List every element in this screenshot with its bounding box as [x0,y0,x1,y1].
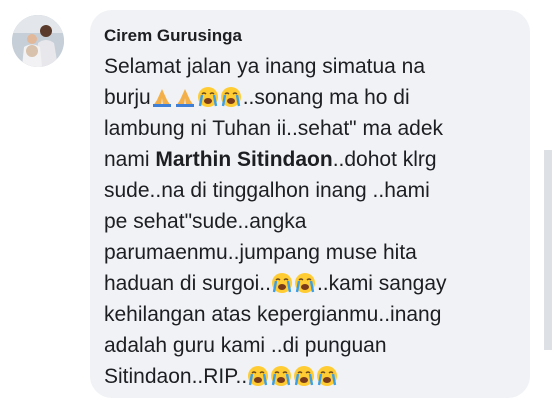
profile-photo [12,15,64,67]
comment-line: adalah guru kami ..di punguan [104,334,387,357]
comment-line: lambung ni Tuhan ii..sehat" ma adek [104,117,443,140]
comment-line: burju ..sonang ma ho di [104,86,410,109]
avatar[interactable] [12,15,64,67]
loudly-crying-face-icon [271,366,292,386]
comment-line: Sitindaon..RIP.. [104,361,524,392]
comment-line: pe sehat"sude..angka [104,210,307,233]
comment-line: sude..na di tinggalhon inang ..hami [104,179,430,202]
folded-hands-icon [152,89,171,107]
loudly-crying-face-icon [220,87,241,107]
loudly-crying-face-icon [271,273,292,293]
comment-line: Selamat jalan ya inang simatua na [104,55,426,78]
mention-link[interactable]: Marthin Sitindaon [155,148,332,171]
comment-line: haduan di surgoi.. ..kami sangay [104,272,447,295]
comment-line: parumaenmu..jumpang muse hita [104,241,417,264]
emoji-group [247,365,339,388]
loudly-crying-face-icon [317,366,338,386]
scroll-edge [544,150,552,350]
comment-line: kehilangan atas kepergianmu..inang [104,303,442,326]
comment-text: Selamat jalan ya inang simatua na burju.… [104,51,524,392]
loudly-crying-face-icon [294,366,315,386]
loudly-crying-face-icon [294,273,315,293]
comment-author[interactable]: Cirem Gurusinga [104,26,242,46]
loudly-crying-face-icon [248,366,269,386]
emoji-group [151,86,243,109]
emoji-group [271,272,317,295]
folded-hands-icon [175,89,194,107]
comment-line: nami Marthin Sitindaon..dohot klrg [104,148,437,171]
loudly-crying-face-icon [197,87,218,107]
